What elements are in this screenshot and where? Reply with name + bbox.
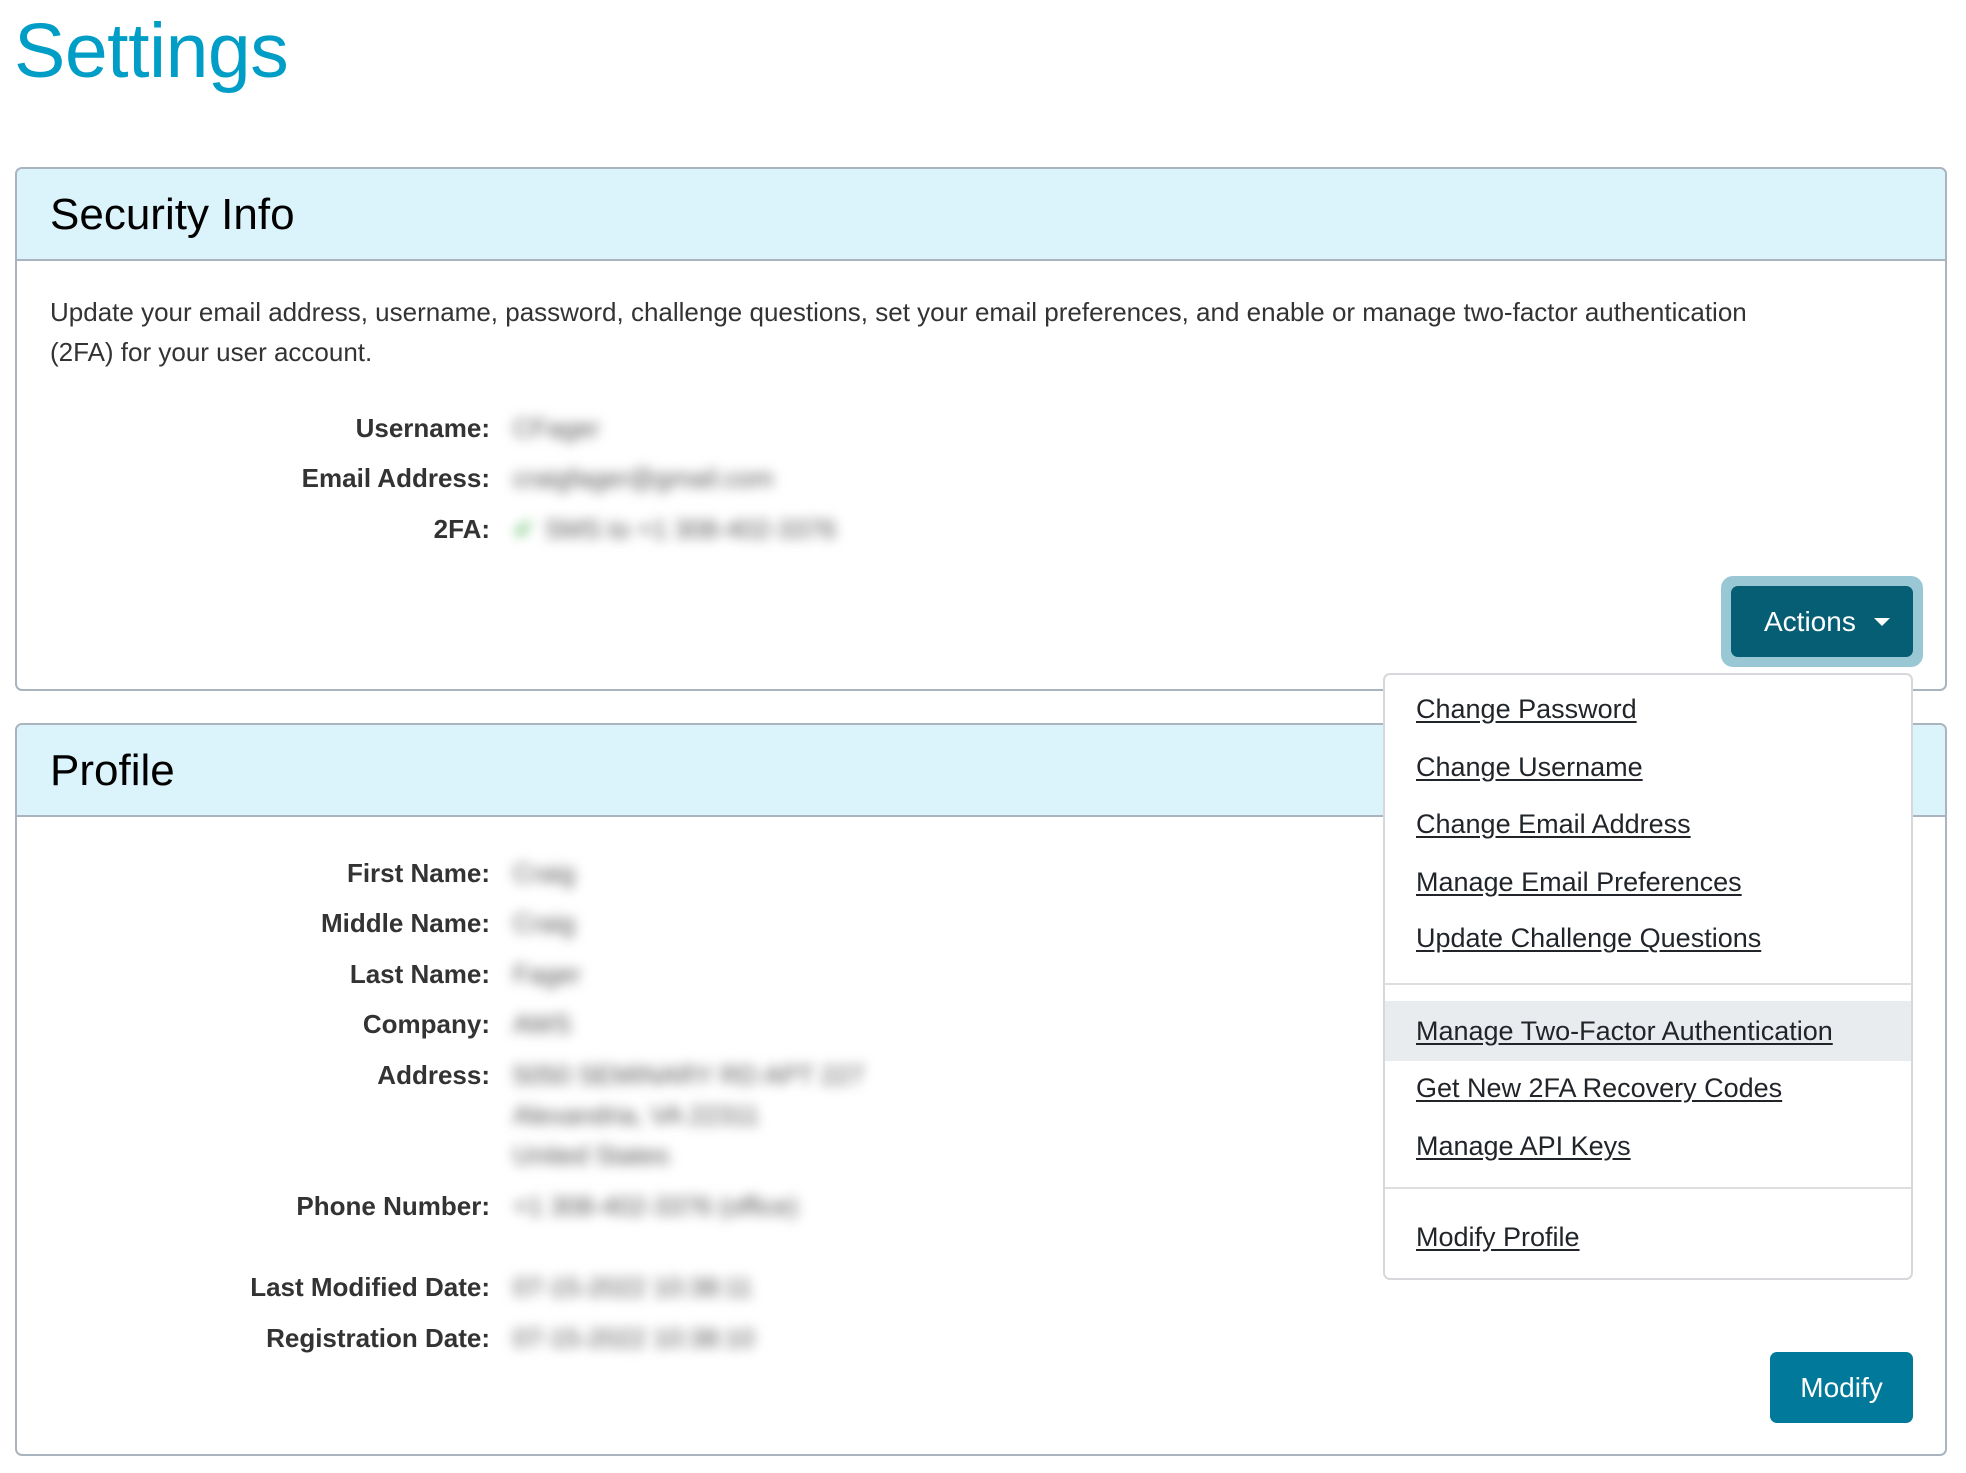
security-info-header: Security Info [17, 169, 1945, 261]
menu-item-email-preferences[interactable]: Manage Email Preferences [1385, 853, 1911, 911]
change-password-link[interactable]: Change Password [1416, 694, 1637, 724]
challenge-questions-link[interactable]: Update Challenge Questions [1416, 923, 1761, 953]
last-name-label: Last Name: [349, 959, 490, 989]
last-modified-label: Last Modified Date: [250, 1272, 490, 1302]
caret-down-icon [1874, 618, 1890, 626]
menu-item-change-password[interactable]: Change Password [1385, 680, 1911, 738]
username-value: CFager [513, 413, 600, 443]
menu-item-modify-profile[interactable]: Modify Profile [1385, 1208, 1911, 1266]
middle-name-value: Craig [513, 908, 576, 938]
menu-item-api-keys[interactable]: Manage API Keys [1385, 1117, 1911, 1175]
address-line-1: 5050 SEMINARY RD APT 227 [513, 1060, 865, 1090]
check-icon: ✔ [513, 514, 535, 544]
registration-label: Registration Date: [266, 1323, 490, 1353]
company-label: Company: [362, 1009, 490, 1039]
company-value: AWS [513, 1009, 572, 1039]
security-info-panel: Security Info Update your email address,… [15, 167, 1947, 691]
menu-item-manage-2fa[interactable]: Manage Two-Factor Authentication [1385, 1001, 1911, 1061]
2fa-value-text: SMS to +1 308-402-3376 [544, 514, 837, 544]
menu-divider [1385, 1187, 1911, 1189]
security-info-description: Update your email address, username, pas… [50, 297, 1747, 367]
modify-button[interactable]: Modify [1770, 1352, 1913, 1423]
api-keys-link[interactable]: Manage API Keys [1416, 1131, 1631, 1161]
phone-value: +1 308-402-3376 (office) [513, 1191, 798, 1221]
last-modified-value: 07-15-2022 10:38:11 [513, 1272, 753, 1302]
manage-2fa-link[interactable]: Manage Two-Factor Authentication [1416, 1016, 1833, 1046]
2fa-value: ✔ SMS to +1 308-402-3376 [513, 509, 836, 549]
security-info-title: Security Info [50, 190, 295, 239]
actions-dropdown-button[interactable]: Actions [1731, 586, 1913, 657]
menu-item-change-email[interactable]: Change Email Address [1385, 795, 1911, 853]
change-username-link[interactable]: Change Username [1416, 752, 1643, 782]
modify-profile-link[interactable]: Modify Profile [1416, 1222, 1580, 1252]
address-line-3: United States [513, 1140, 670, 1170]
address-line-2: Alexandria, VA 22311 [513, 1100, 760, 1130]
username-label: Username: [355, 413, 490, 443]
actions-button-label: Actions [1764, 606, 1856, 637]
actions-dropdown-menu: Change Password Change Username Change E… [1383, 673, 1913, 1280]
2fa-label: 2FA: [433, 514, 490, 544]
menu-item-change-username[interactable]: Change Username [1385, 738, 1911, 796]
menu-item-challenge-questions[interactable]: Update Challenge Questions [1385, 909, 1911, 967]
2fa-recovery-codes-link[interactable]: Get New 2FA Recovery Codes [1416, 1073, 1782, 1103]
middle-name-label: Middle Name: [320, 908, 490, 938]
email-value: craigfager@gmail.com [513, 463, 774, 493]
first-name-value: Craig [513, 858, 576, 888]
menu-divider [1385, 983, 1911, 985]
menu-item-2fa-recovery-codes[interactable]: Get New 2FA Recovery Codes [1385, 1059, 1911, 1117]
address-label: Address: [377, 1060, 490, 1090]
change-email-link[interactable]: Change Email Address [1416, 809, 1691, 839]
phone-label: Phone Number: [296, 1191, 490, 1221]
last-name-value: Fager [513, 959, 581, 989]
page-title: Settings [14, 8, 289, 94]
registration-value: 07-15-2022 10:38:10 [513, 1323, 755, 1353]
first-name-label: First Name: [346, 858, 490, 888]
email-preferences-link[interactable]: Manage Email Preferences [1416, 867, 1742, 897]
profile-title: Profile [50, 746, 175, 795]
email-label: Email Address: [301, 463, 490, 493]
